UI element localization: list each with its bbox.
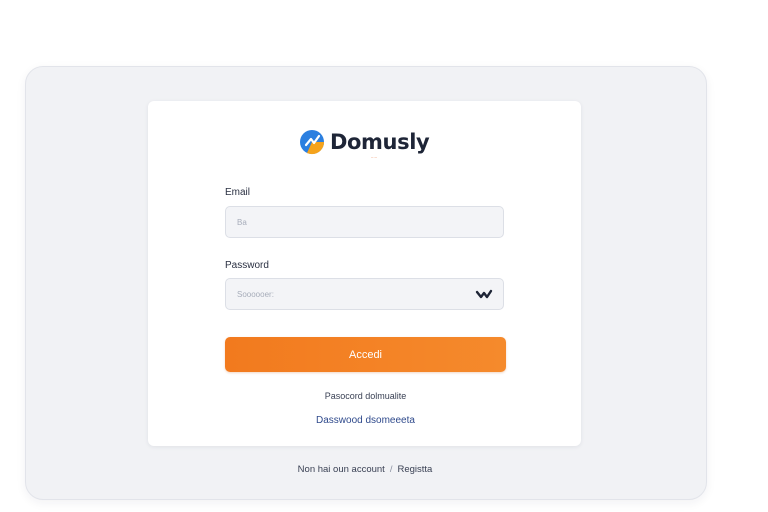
brand-name: Domusly [330,130,430,154]
email-field[interactable] [225,206,504,238]
register-link[interactable]: Registta [397,464,432,475]
email-label: Email [225,187,251,198]
eye-icon [475,289,493,299]
brand-logo-icon [300,130,325,155]
signup-footer: Non hai oun account / Registta [25,464,705,475]
signup-prompt: Non hai oun account [297,464,385,475]
brand-tagline: ····· [370,155,378,160]
login-page: Domusly ····· Email Password Accedi Paso… [0,0,768,512]
login-card: Domusly ····· Email Password Accedi Paso… [148,101,581,446]
password-input[interactable] [237,279,467,309]
brand-header: Domusly [298,125,430,159]
forgot-password-link[interactable]: Pasocord dolmualite [225,391,506,401]
reset-password-link[interactable]: Dasswood dsomeeeta [225,415,506,426]
password-field[interactable] [225,278,504,310]
password-label: Password [225,260,269,271]
login-button[interactable]: Accedi [225,337,506,372]
show-password-toggle[interactable] [475,288,493,300]
footer-separator: / [389,464,393,475]
email-input[interactable] [237,207,467,237]
